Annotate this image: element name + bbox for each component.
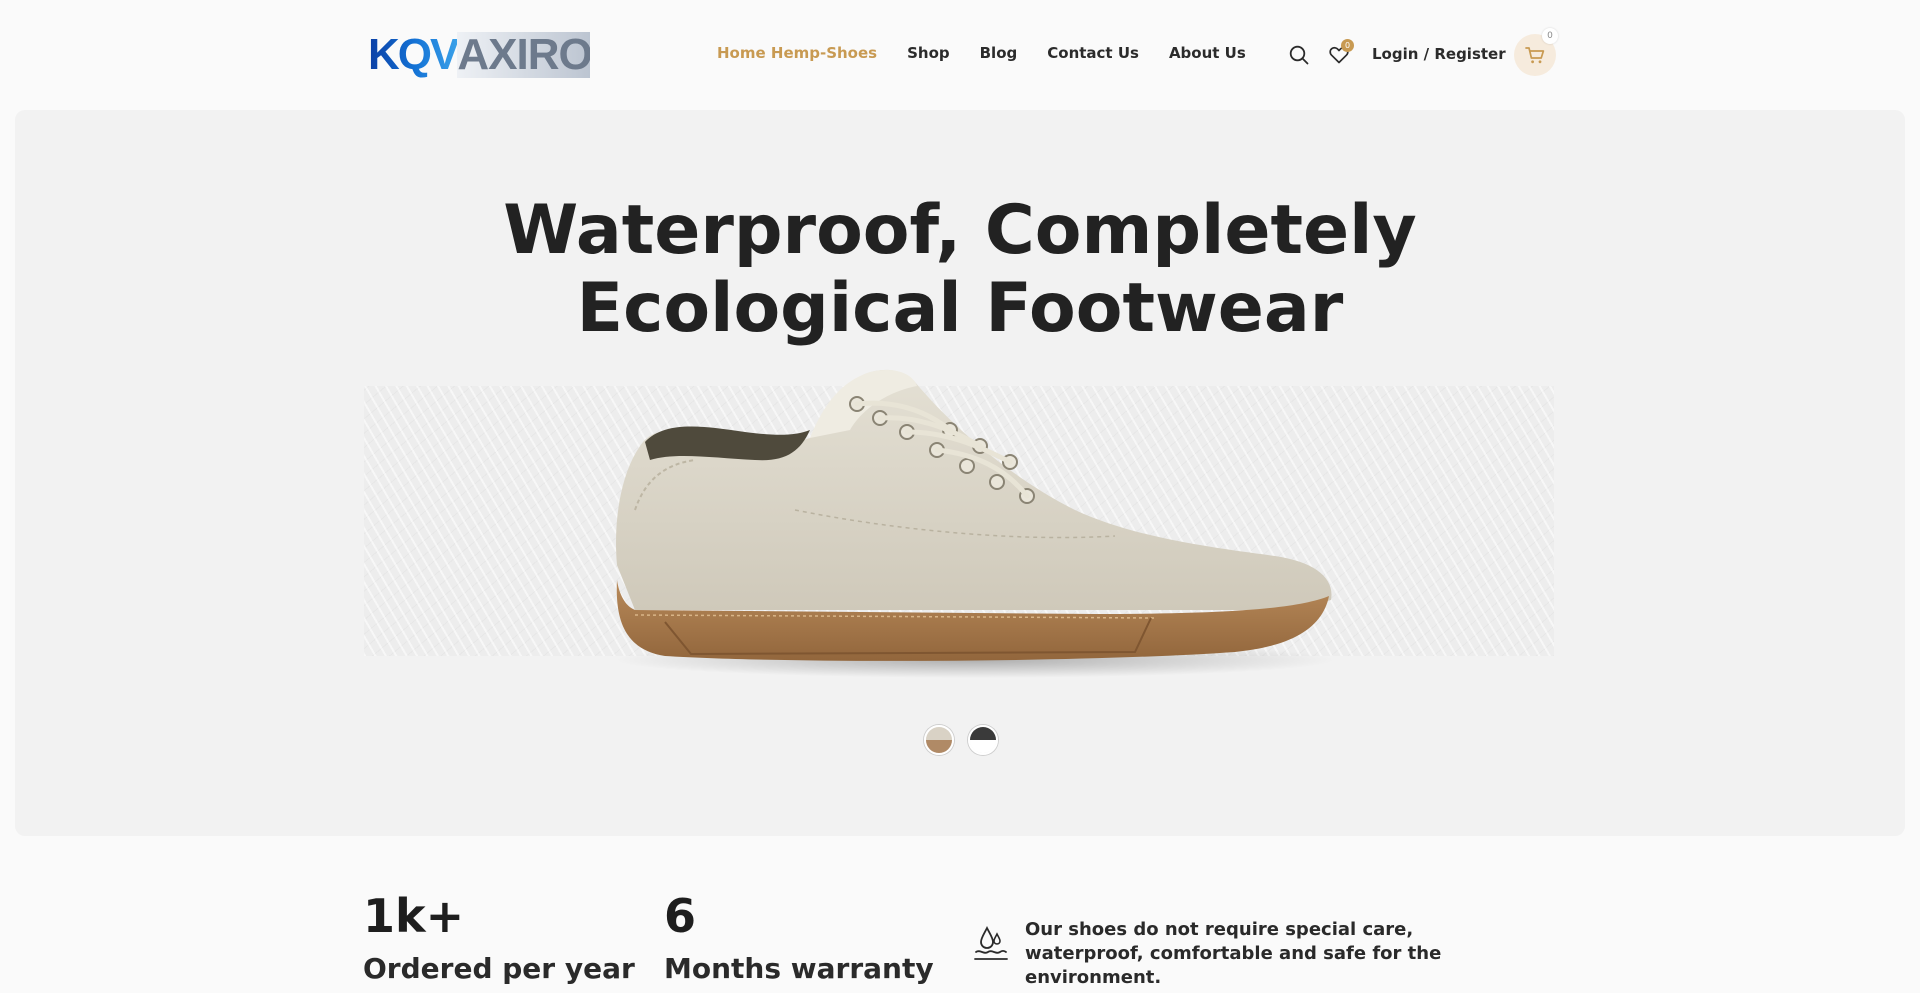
stat-warranty-value: 6 — [664, 889, 697, 943]
color-variant-selector — [924, 725, 998, 755]
color-swatch-dark[interactable] — [968, 725, 998, 755]
nav-item-blog[interactable]: Blog — [980, 44, 1018, 62]
color-swatch-beige[interactable] — [924, 725, 954, 755]
feature-waterproof: Our shoes do not require special care, w… — [973, 918, 1495, 990]
feature-description: Our shoes do not require special care, w… — [1025, 919, 1442, 988]
stat-warranty: 6 Months warranty — [664, 890, 934, 986]
hero-banner: Waterproof, Completely Ecological Footwe… — [15, 110, 1905, 836]
stat-orders: 1k+ Ordered per year — [363, 890, 635, 986]
nav-item-contact[interactable]: Contact Us — [1047, 44, 1139, 62]
site-logo[interactable]: KQV AXIRO — [364, 32, 590, 78]
swatch-beige-sole — [926, 740, 952, 753]
main-nav: Home Hemp-Shoes Shop Blog Contact Us Abo… — [717, 44, 1276, 62]
search-button[interactable] — [1284, 40, 1314, 70]
nav-item-about[interactable]: About Us — [1169, 44, 1246, 62]
logo-text-secondary: AXIRO — [457, 32, 590, 78]
swatch-beige-upper — [926, 727, 952, 740]
cart-icon — [1525, 47, 1545, 64]
cart-button[interactable]: 0 — [1514, 28, 1558, 76]
wishlist-button[interactable]: 0 — [1324, 39, 1354, 70]
stat-orders-value: 1k+ — [363, 889, 465, 943]
water-drop-icon — [974, 925, 1008, 960]
search-icon — [1289, 45, 1309, 65]
hero-title: Waterproof, Completely Ecological Footwe… — [15, 192, 1905, 348]
hero-title-line-2: Ecological Footwear — [576, 269, 1344, 348]
site-header: KQV AXIRO Home Hemp-Shoes Shop Blog Conta… — [0, 0, 1920, 110]
login-register-link[interactable]: Login / Register — [1372, 45, 1506, 63]
logo-text-primary: KQV — [364, 32, 459, 78]
hero-title-line-1: Waterproof, Completely — [503, 191, 1417, 270]
swatch-dark-sole — [970, 740, 996, 753]
stat-orders-label: Ordered per year — [363, 952, 635, 985]
cart-count-badge: 0 — [1542, 28, 1558, 44]
nav-item-shop[interactable]: Shop — [907, 44, 950, 62]
wishlist-count-badge: 0 — [1341, 39, 1354, 52]
stat-warranty-label: Months warranty — [664, 952, 934, 985]
sneaker-product-image — [615, 369, 1335, 678]
nav-item-home[interactable]: Home Hemp-Shoes — [717, 44, 877, 62]
swatch-dark-upper — [970, 727, 996, 740]
